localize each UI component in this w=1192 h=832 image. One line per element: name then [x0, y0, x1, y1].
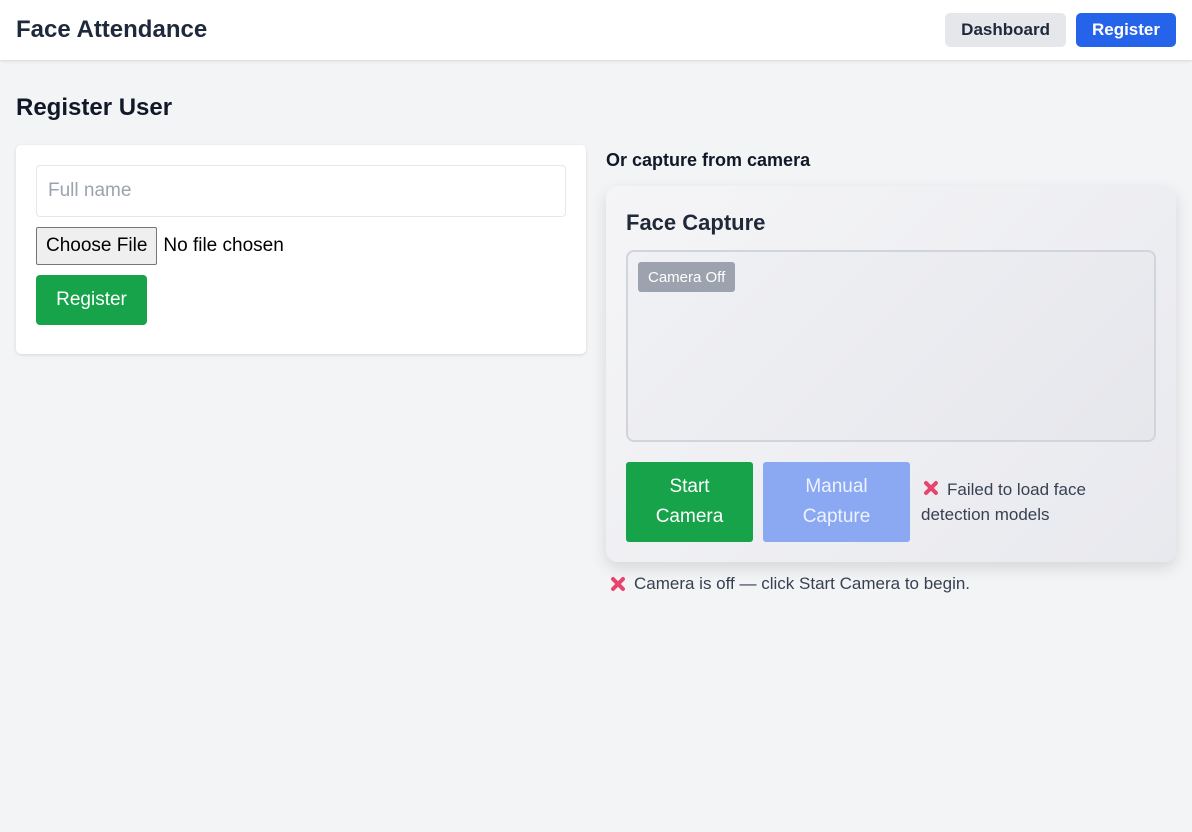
camera-status-text: Camera is off — click Start Camera to be… — [634, 574, 971, 593]
capture-controls: Start Camera Manual Capture Failed to lo… — [626, 462, 1111, 542]
x-mark-icon — [921, 478, 941, 498]
dashboard-nav-button[interactable]: Dashboard — [945, 13, 1066, 47]
register-form-card: Choose File No file chosen Register — [16, 145, 586, 354]
app-title: Face Attendance — [16, 16, 208, 43]
top-navbar: Face Attendance Dashboard Register — [0, 0, 1192, 60]
manual-capture-button[interactable]: Manual Capture — [763, 462, 910, 542]
start-camera-button[interactable]: Start Camera — [626, 462, 753, 542]
camera-status-badge: Camera Off — [638, 262, 736, 292]
register-nav-button[interactable]: Register — [1075, 13, 1176, 47]
model-status-text: Failed to load face detection models — [921, 480, 1086, 524]
file-status-text: No file chosen — [163, 235, 284, 256]
face-capture-card: Face Capture Camera Off Start Camera Man… — [606, 186, 1176, 562]
x-mark-icon — [608, 574, 628, 594]
model-load-status: Failed to load face detection models — [921, 477, 1111, 527]
full-name-input[interactable] — [36, 165, 566, 217]
capture-heading: Or capture from camera — [606, 150, 811, 170]
file-input[interactable]: Choose File No file chosen — [36, 227, 566, 265]
face-capture-title: Face Capture — [626, 210, 766, 235]
page-title: Register User — [16, 94, 173, 121]
nav-links: Dashboard Register — [945, 13, 1176, 47]
camera-status-message: Camera is off — click Start Camera to be… — [608, 574, 970, 594]
register-submit-button[interactable]: Register — [36, 275, 147, 325]
camera-preview: Camera Off — [626, 250, 1156, 442]
choose-file-button[interactable]: Choose File — [36, 227, 158, 265]
